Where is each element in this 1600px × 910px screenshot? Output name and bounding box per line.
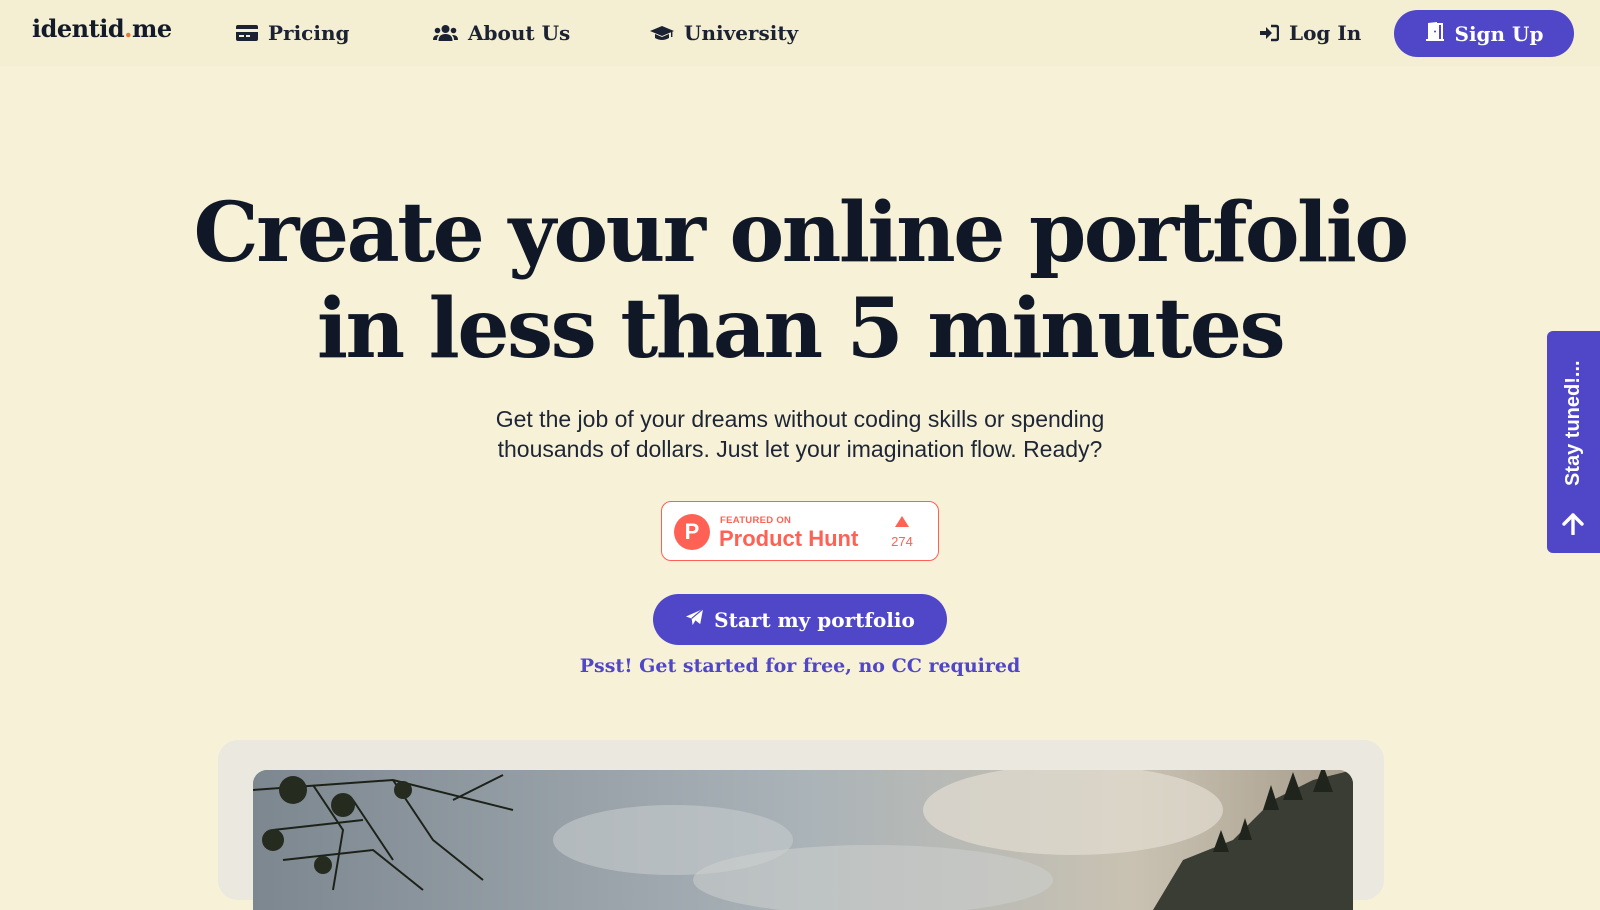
sign-up-label: Sign Up	[1454, 21, 1544, 46]
landscape-photo	[253, 770, 1353, 910]
sign-in-icon	[1259, 24, 1279, 42]
logo-text-prefix: identid	[32, 14, 125, 43]
arrow-up-icon	[1561, 513, 1585, 540]
portfolio-preview-image	[253, 770, 1353, 910]
login-link[interactable]: Log In	[1259, 18, 1361, 48]
free-signup-note: Psst! Get started for free, no CC requir…	[579, 655, 1021, 677]
hero-subtitle: Get the job of your dreams without codin…	[440, 404, 1160, 464]
stay-tuned-side-tab[interactable]: Stay tuned!...	[1547, 331, 1600, 553]
users-icon	[433, 24, 458, 42]
top-navigation-bar: identid.me Pricing About Us University L…	[0, 0, 1600, 66]
door-open-icon	[1425, 21, 1445, 46]
nav-about-us-link[interactable]: About Us	[433, 18, 570, 48]
login-label: Log In	[1289, 21, 1362, 45]
nav-pricing-label: Pricing	[268, 21, 350, 45]
start-portfolio-label: Start my portfolio	[714, 607, 915, 632]
logo-text-suffix: me	[131, 14, 172, 43]
logo-dot: .	[124, 14, 132, 43]
hero-subtitle-line-1: Get the job of your dreams without codin…	[495, 406, 1105, 432]
product-hunt-upvote-count: 274	[891, 534, 913, 549]
hero-subtitle-line-2: thousands of dollars. Just let your imag…	[497, 436, 1103, 462]
upvote-arrow-icon	[895, 516, 909, 527]
start-portfolio-button[interactable]: Start my portfolio	[653, 594, 947, 645]
site-logo[interactable]: identid.me	[32, 14, 172, 43]
nav-pricing-link[interactable]: Pricing	[236, 18, 349, 48]
hero-title-line-2: in less than 5 minutes	[316, 281, 1286, 377]
product-hunt-logo-icon: P	[674, 514, 710, 550]
graduation-cap-icon	[650, 24, 674, 42]
nav-university-link[interactable]: University	[650, 18, 798, 48]
hero-title: Create your online portfolio in less tha…	[0, 185, 1600, 377]
stay-tuned-label: Stay tuned!...	[1562, 360, 1584, 486]
nav-about-us-label: About Us	[468, 21, 571, 45]
paper-plane-icon	[685, 608, 704, 632]
credit-card-icon	[236, 24, 258, 42]
hero-title-line-1: Create your online portfolio	[193, 185, 1409, 281]
product-hunt-badge[interactable]: P FEATURED ON Product Hunt 274	[661, 501, 939, 561]
sign-up-button[interactable]: Sign Up	[1394, 10, 1574, 57]
nav-university-label: University	[684, 21, 799, 45]
product-hunt-featured-label: FEATURED ON	[720, 515, 792, 526]
product-hunt-name: Product Hunt	[719, 526, 859, 551]
